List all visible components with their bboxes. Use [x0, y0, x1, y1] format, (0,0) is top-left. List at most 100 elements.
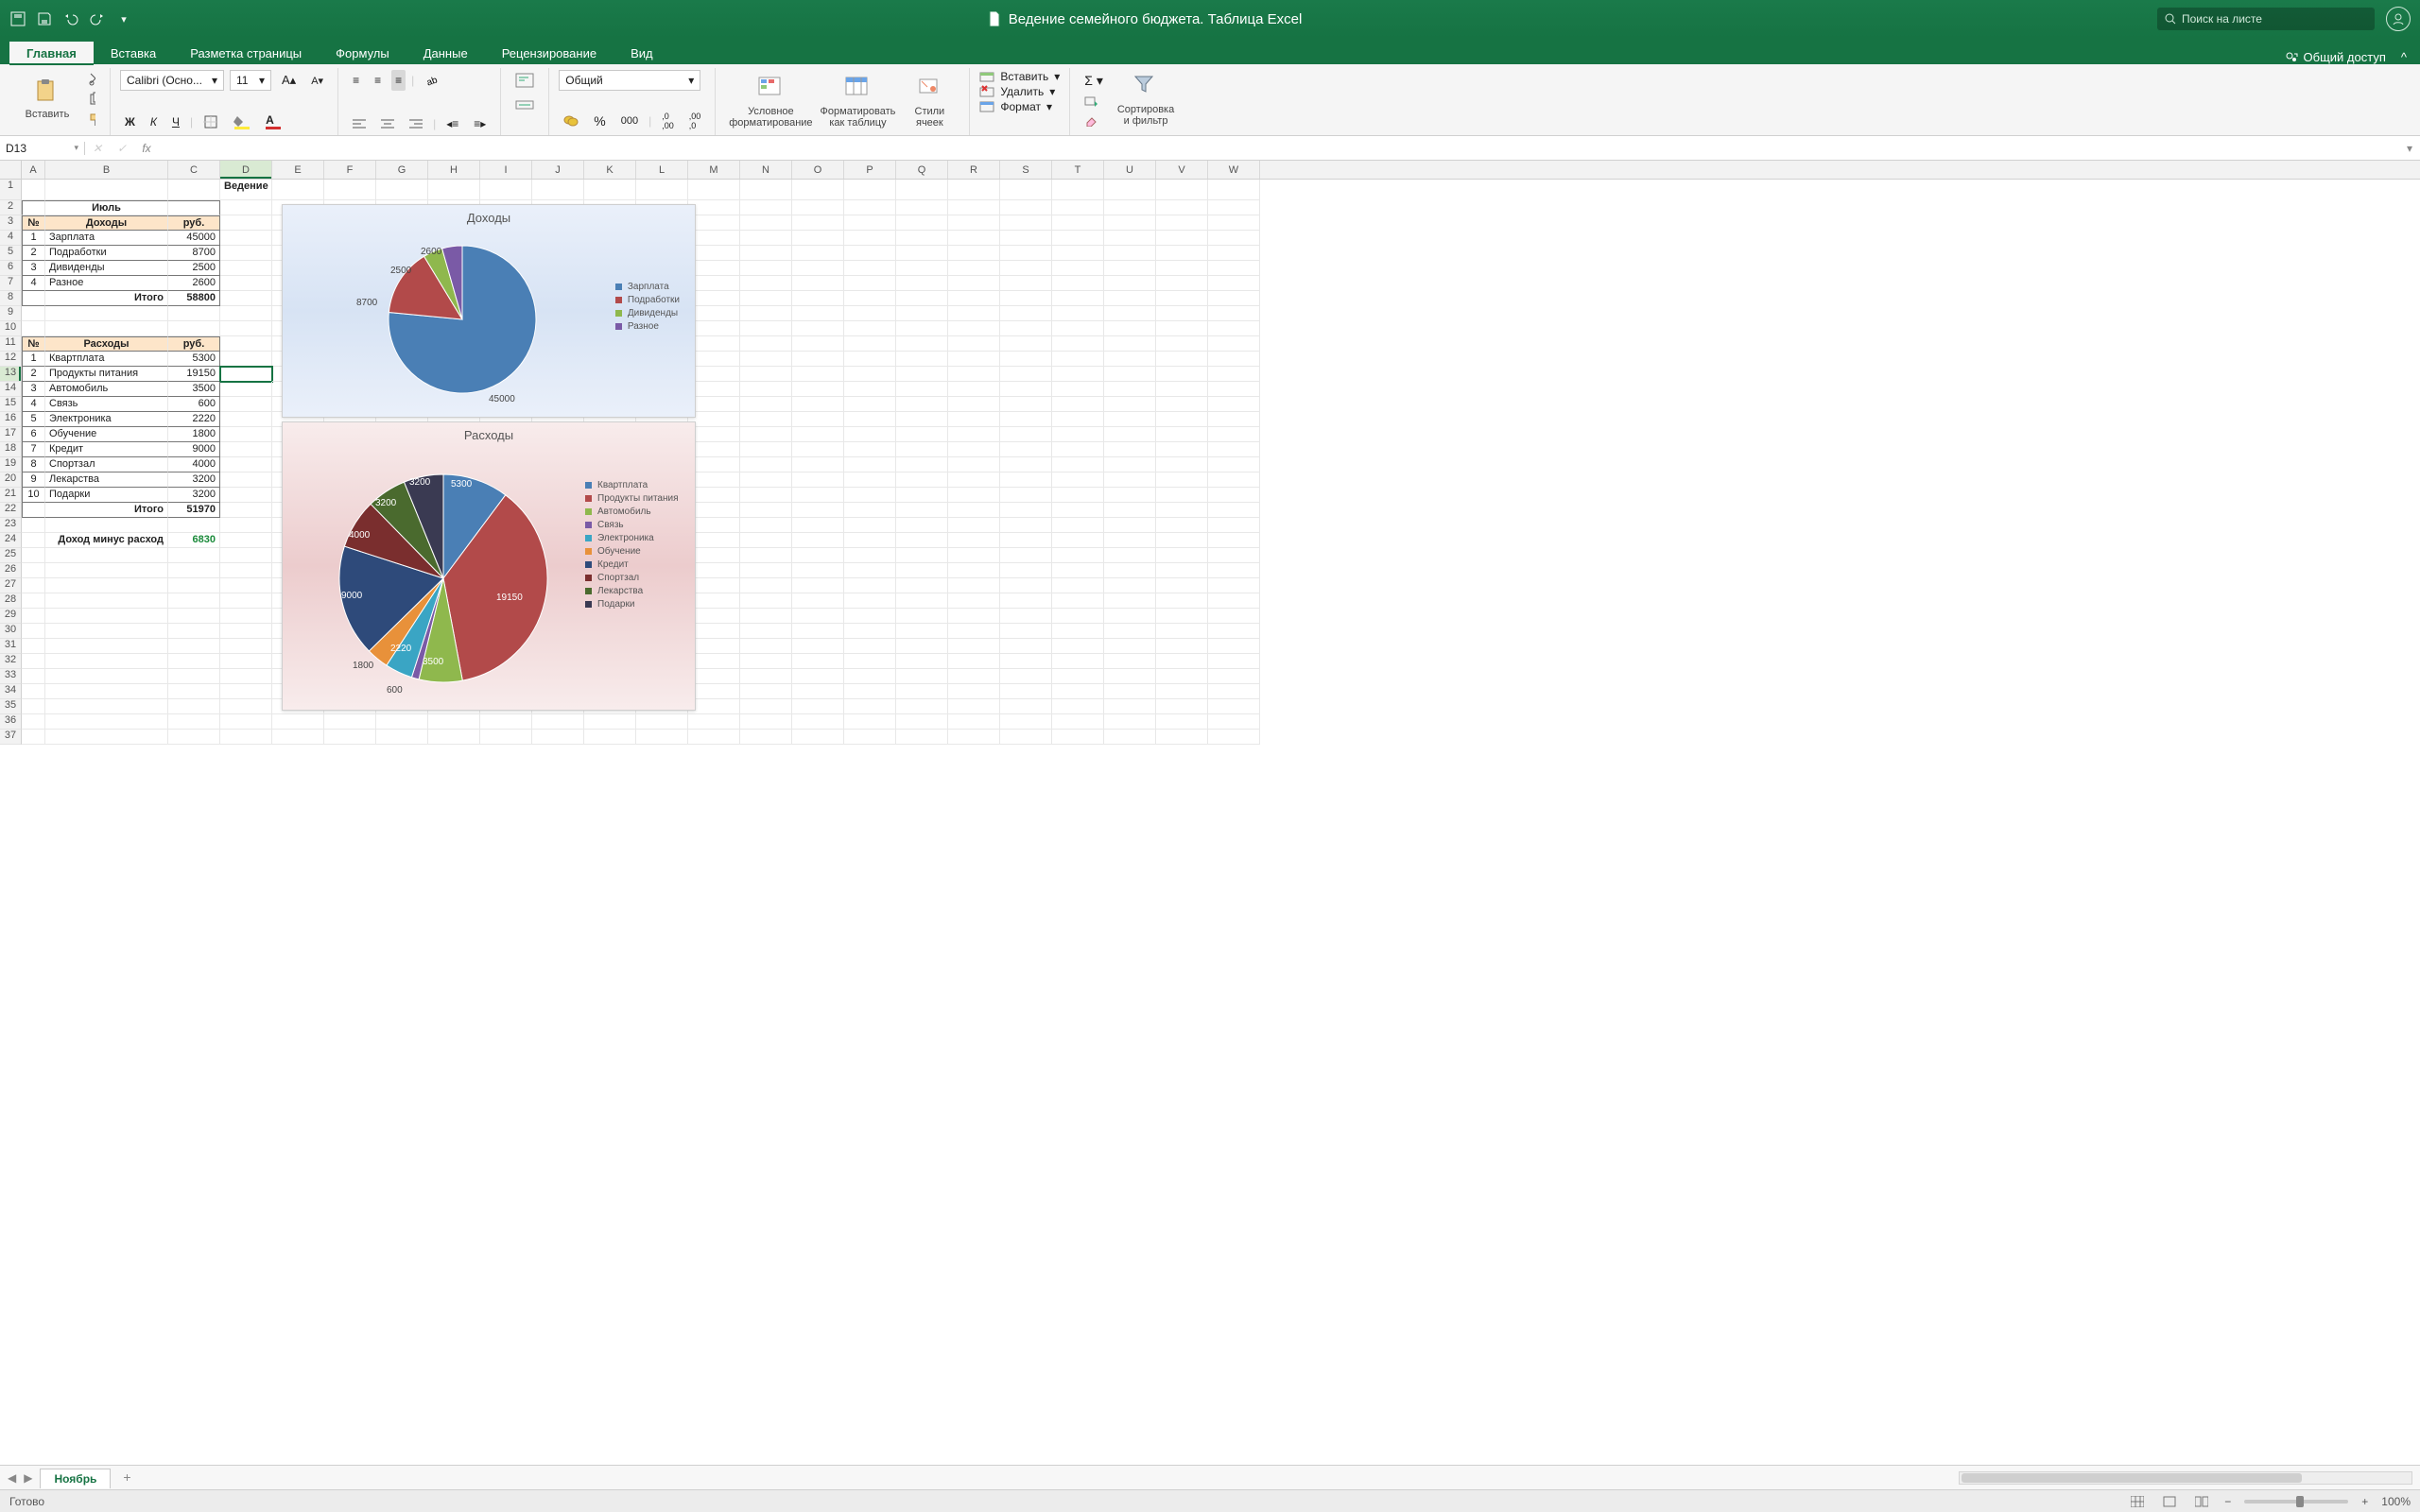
cell[interactable]: [948, 200, 1000, 215]
cell[interactable]: [896, 488, 948, 503]
cell[interactable]: 2: [22, 246, 45, 261]
cell[interactable]: [740, 518, 792, 533]
income-pie-chart[interactable]: Доходы ЗарплатаПодработкиДивидендыРазное…: [282, 204, 696, 418]
cell[interactable]: [1208, 427, 1260, 442]
cell[interactable]: [168, 306, 220, 321]
cell[interactable]: [740, 397, 792, 412]
cell[interactable]: [1156, 306, 1208, 321]
wrap-text-icon[interactable]: [510, 70, 539, 91]
insert-cells-button[interactable]: Вставить ▾: [979, 70, 1060, 83]
cell[interactable]: [948, 503, 1000, 518]
cell[interactable]: [480, 730, 532, 745]
cell[interactable]: [22, 684, 45, 699]
cell[interactable]: [1052, 215, 1104, 231]
cell[interactable]: [740, 714, 792, 730]
cell[interactable]: [22, 624, 45, 639]
cell[interactable]: [896, 563, 948, 578]
cell[interactable]: 58800: [168, 291, 220, 306]
column-header[interactable]: W: [1208, 161, 1260, 179]
cell[interactable]: [45, 578, 168, 593]
cell[interactable]: [948, 442, 1000, 457]
cell[interactable]: [1104, 215, 1156, 231]
cell[interactable]: [220, 231, 272, 246]
cell[interactable]: [688, 442, 740, 457]
cell[interactable]: [792, 669, 844, 684]
cell[interactable]: [948, 609, 1000, 624]
cell[interactable]: [896, 639, 948, 654]
cell[interactable]: [1000, 684, 1052, 699]
cell[interactable]: [1208, 548, 1260, 563]
cell[interactable]: [896, 457, 948, 472]
cell[interactable]: [324, 730, 376, 745]
cell[interactable]: [844, 609, 896, 624]
cell[interactable]: [168, 699, 220, 714]
cell[interactable]: [1052, 518, 1104, 533]
cell[interactable]: [1000, 593, 1052, 609]
cell[interactable]: [844, 624, 896, 639]
cell[interactable]: [636, 714, 688, 730]
cell[interactable]: [792, 639, 844, 654]
cell[interactable]: [688, 306, 740, 321]
cell[interactable]: [22, 714, 45, 730]
cell[interactable]: Июль: [45, 200, 168, 215]
cell[interactable]: [45, 730, 168, 745]
cell[interactable]: [740, 639, 792, 654]
cell[interactable]: [1156, 624, 1208, 639]
cell[interactable]: [896, 730, 948, 745]
italic-button[interactable]: К: [146, 112, 162, 131]
cell[interactable]: Связь: [45, 397, 168, 412]
cell[interactable]: [1052, 654, 1104, 669]
cell[interactable]: [792, 180, 844, 200]
cell[interactable]: 3: [22, 382, 45, 397]
align-bottom-icon[interactable]: ≡: [391, 70, 406, 91]
decrease-decimal-icon[interactable]: ,00,0: [684, 109, 706, 133]
tab-Разметка страницы[interactable]: Разметка страницы: [173, 42, 319, 64]
cell[interactable]: [792, 442, 844, 457]
cell[interactable]: [1104, 180, 1156, 200]
cell[interactable]: [1208, 488, 1260, 503]
cell[interactable]: [22, 518, 45, 533]
horizontal-scrollbar[interactable]: [1959, 1471, 2412, 1485]
cell[interactable]: [220, 367, 272, 382]
row-header[interactable]: 8: [0, 291, 22, 306]
cell[interactable]: [948, 367, 1000, 382]
cell[interactable]: [1208, 684, 1260, 699]
cell[interactable]: [1156, 593, 1208, 609]
cell[interactable]: [1156, 442, 1208, 457]
cell[interactable]: [688, 578, 740, 593]
cell[interactable]: [1000, 427, 1052, 442]
cell[interactable]: [1000, 306, 1052, 321]
cell[interactable]: [22, 503, 45, 518]
column-header[interactable]: G: [376, 161, 428, 179]
cell[interactable]: [220, 578, 272, 593]
cell[interactable]: 5300: [168, 352, 220, 367]
cell[interactable]: [1000, 654, 1052, 669]
cell[interactable]: [948, 180, 1000, 200]
cell[interactable]: [1104, 336, 1156, 352]
cell[interactable]: Спортзал: [45, 457, 168, 472]
cell[interactable]: [896, 180, 948, 200]
cell[interactable]: [948, 457, 1000, 472]
cell[interactable]: 3200: [168, 472, 220, 488]
cell[interactable]: [792, 306, 844, 321]
cell[interactable]: [792, 215, 844, 231]
cell[interactable]: [792, 518, 844, 533]
cell[interactable]: Итого: [45, 503, 168, 518]
cell[interactable]: [1208, 180, 1260, 200]
orientation-icon[interactable]: ab: [420, 70, 444, 91]
row-header[interactable]: 17: [0, 427, 22, 442]
cell[interactable]: [220, 730, 272, 745]
cell[interactable]: [1052, 397, 1104, 412]
decrease-indent-icon[interactable]: ◂≡: [441, 114, 463, 133]
cell[interactable]: [1156, 639, 1208, 654]
cell[interactable]: [168, 654, 220, 669]
cell[interactable]: [948, 578, 1000, 593]
align-middle-icon[interactable]: ≡: [370, 71, 386, 90]
fill-color-icon[interactable]: [229, 112, 255, 132]
cell[interactable]: [1208, 518, 1260, 533]
cell[interactable]: [584, 714, 636, 730]
cell[interactable]: [740, 231, 792, 246]
cell[interactable]: [948, 563, 1000, 578]
decrease-font-icon[interactable]: A▾: [306, 72, 328, 90]
cell[interactable]: [896, 382, 948, 397]
